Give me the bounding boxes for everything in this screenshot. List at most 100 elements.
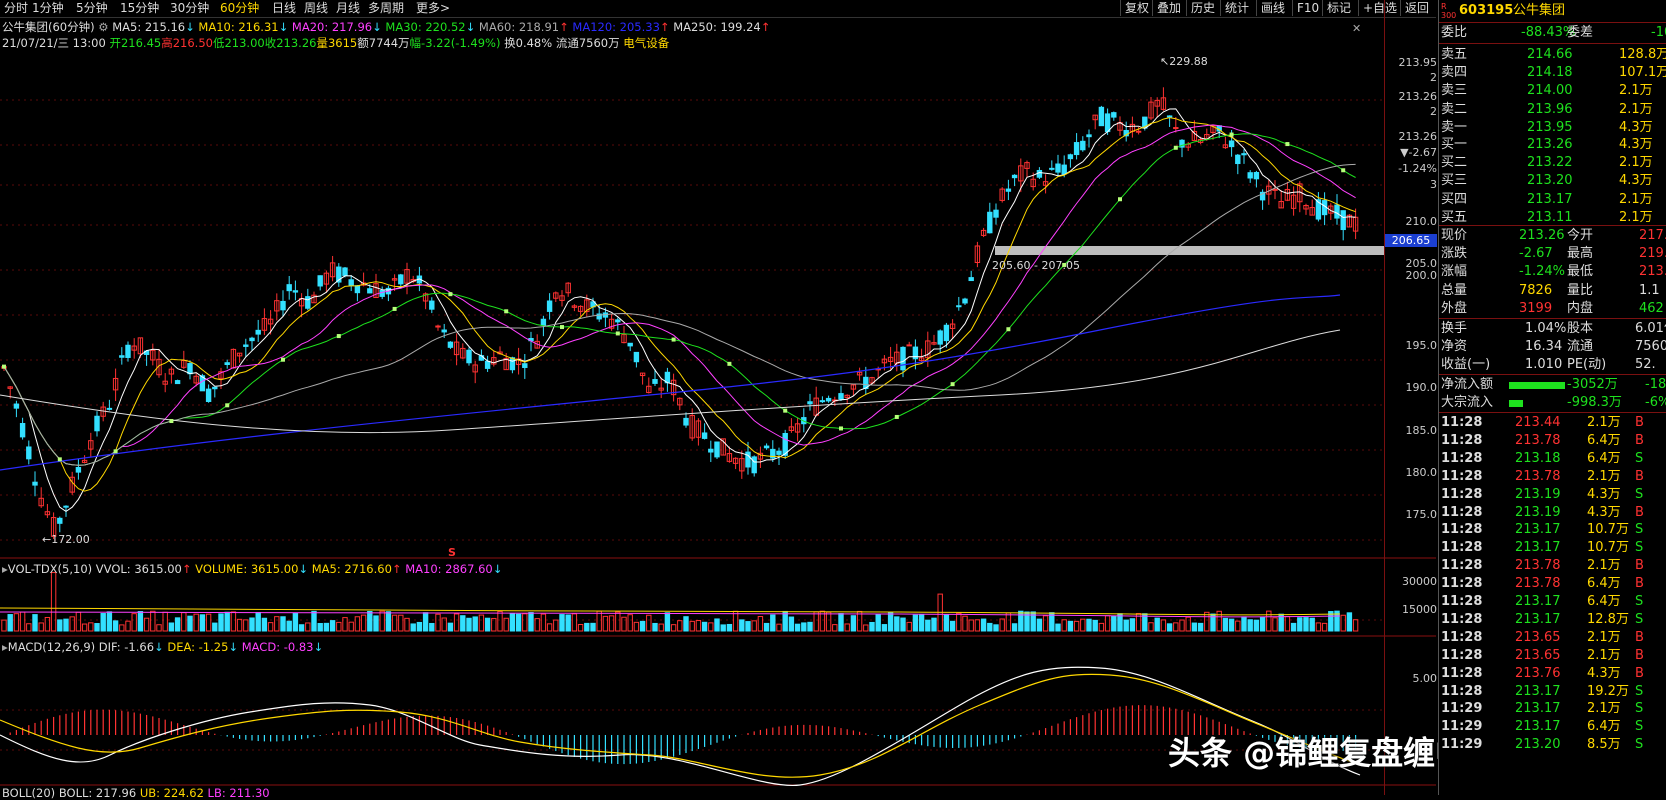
candle-body: [1011, 174, 1018, 179]
candle-body: [280, 300, 286, 311]
ma30-marker: [1285, 142, 1290, 147]
vol-ma5: MA5: 2716.60: [311, 562, 392, 576]
tick-price: 213.65: [1515, 629, 1561, 645]
bid-volume: 4.3万: [1619, 173, 1653, 189]
volume-bar: [850, 615, 857, 632]
volume-bar: [1253, 619, 1260, 632]
quote-header: R 300 603195 公牛集团: [1439, 0, 1666, 22]
volume-bar: [38, 622, 44, 632]
volume-bar: [515, 613, 522, 632]
candle-body: [714, 441, 720, 458]
dif-arrow: ↓: [154, 640, 164, 654]
tick-time: 11:28: [1441, 611, 1483, 627]
stat-label-2: 最高: [1567, 246, 1594, 262]
candle-body: [435, 325, 441, 328]
axis-label: 190.0: [1405, 381, 1438, 394]
moving-average-lines: [0, 108, 1356, 513]
weicha-value: -10: [1651, 25, 1666, 40]
candle-body: [1080, 140, 1086, 151]
volume-bar: [373, 615, 379, 632]
volume-bar: [1061, 619, 1067, 632]
volume-bar: [509, 613, 516, 632]
tick-volume: 6.4万: [1587, 576, 1621, 592]
volume-bar: [987, 622, 993, 632]
volume-bar: [367, 610, 373, 632]
fund-value: 1.04%: [1525, 321, 1567, 336]
flow-bar: [1509, 382, 1565, 389]
ask-row: 卖四 214.18 107.1万: [1439, 64, 1666, 82]
volume-bar: [881, 624, 888, 632]
boll-value: BOLL: 217.96: [58, 786, 137, 800]
ask-volume: 2.1万: [1619, 101, 1653, 117]
stat-value-2: 219.0: [1639, 246, 1666, 262]
stat-value: -1.24%: [1519, 264, 1565, 280]
candle-body: [348, 279, 354, 286]
volume-bar: [181, 612, 187, 632]
bid-label: 买四: [1441, 191, 1468, 207]
volume-bar: [212, 622, 218, 632]
candle-body: [1253, 172, 1260, 180]
tick-row: 11:28 213.44 2.1万 B: [1439, 414, 1666, 432]
tick-row: 11:28 213.18 6.4万 S: [1439, 450, 1666, 468]
volume-bar: [261, 617, 268, 632]
vvol-value: VVOL: 3615.00: [95, 562, 182, 576]
volume-bar: [844, 623, 850, 632]
tick-volume: 12.8万: [1587, 611, 1629, 627]
candle-body: [627, 342, 633, 347]
volume-bar: [894, 616, 900, 632]
tick-side: S: [1635, 701, 1644, 717]
ma30-marker: [1173, 145, 1178, 150]
volume-bar: [280, 616, 286, 632]
volume-bar: [683, 616, 689, 632]
ma30-marker: [671, 337, 676, 342]
support-zone-band: [995, 246, 1384, 255]
candle-body: [633, 351, 640, 363]
volume-bars: [0, 572, 1359, 632]
stock-code: 603195: [1459, 3, 1514, 18]
volume-bar: [633, 621, 640, 632]
ma10-line: [3, 117, 1356, 492]
volume-bar: [453, 613, 460, 632]
tick-side: S: [1635, 486, 1644, 502]
volume-bar: [522, 613, 528, 632]
bid-volume: 2.1万: [1619, 191, 1653, 207]
tick-side: S: [1635, 540, 1644, 556]
volume-bar: [565, 614, 571, 632]
candle-body: [1166, 115, 1173, 118]
vol-ma10: MA10: 2867.60: [405, 562, 493, 576]
ma30-marker: [615, 331, 620, 336]
volume-bar: [137, 611, 144, 632]
volume-bar: [1303, 617, 1309, 632]
volume-bar: [1011, 623, 1018, 632]
tick-volume: 10.7万: [1587, 540, 1629, 556]
dea-value: DEA: -1.25: [167, 640, 229, 654]
ma30-marker: [392, 306, 397, 311]
candle-body: [63, 505, 69, 508]
volume-bar: [88, 622, 94, 632]
bid-row: 买二 213.22 2.1万: [1439, 154, 1666, 172]
volume-bar: [1315, 622, 1322, 632]
candle-body: [379, 289, 385, 297]
tick-volume: 2.1万: [1587, 701, 1621, 717]
volume-bar: [590, 622, 596, 632]
volume-bar: [379, 610, 385, 632]
candle-body: [987, 211, 993, 234]
axis-label: 213.26: [1398, 90, 1438, 103]
candle-body: [224, 362, 230, 366]
tick-price: 213.17: [1515, 719, 1561, 735]
candle-body: [1334, 204, 1340, 219]
volume-bar: [106, 611, 113, 632]
tick-volume: 4.3万: [1587, 665, 1621, 681]
tick-side: B: [1635, 576, 1644, 592]
axis-label: 175.0: [1405, 508, 1438, 521]
volume-bar: [1235, 620, 1241, 632]
fundamental-row: 换手 1.04%股本 6.01亿: [1439, 320, 1666, 338]
tick-row: 11:28 213.17 12.8万 S: [1439, 611, 1666, 629]
ask-label: 卖一: [1441, 119, 1468, 135]
volume-bar: [664, 612, 671, 632]
candle-body: [212, 386, 218, 390]
volume-bar: [1228, 618, 1235, 632]
volume-bar: [652, 622, 658, 632]
volume-bar: [999, 618, 1005, 632]
tick-side: S: [1635, 522, 1644, 538]
